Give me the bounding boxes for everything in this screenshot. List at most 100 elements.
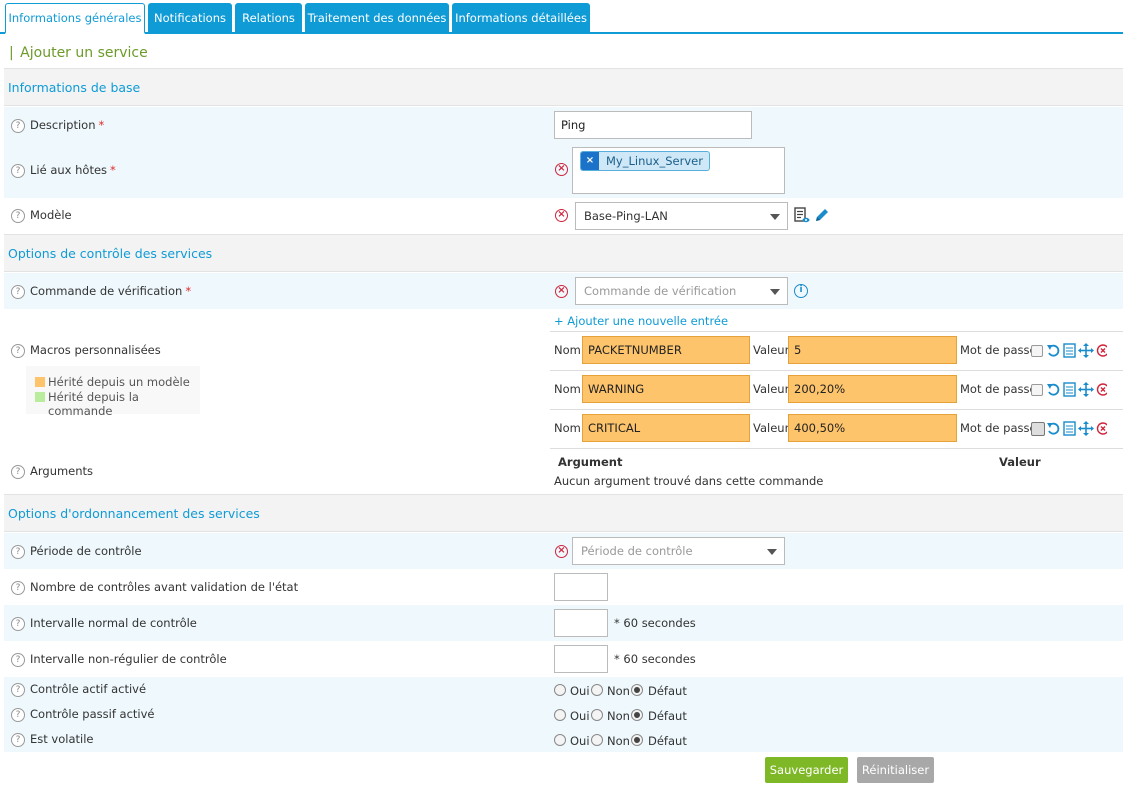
help-icon[interactable]: ? — [11, 682, 25, 697]
help-icon[interactable]: ? — [11, 652, 25, 667]
macro-password-label: Mot de passe — [960, 343, 1037, 357]
macro-actions — [1047, 343, 1108, 358]
macro-value-label: Valeur — [753, 382, 790, 396]
clear-hosts-icon[interactable]: × — [555, 163, 568, 176]
retry-interval-input[interactable] — [554, 645, 608, 673]
macro-value-label: Valeur — [753, 343, 790, 357]
tab-notifications[interactable]: Notifications — [148, 3, 232, 33]
passive-checks-label: ? Contrôle passif activé — [11, 707, 154, 722]
description-input[interactable]: Ping — [554, 111, 752, 139]
radio-yes-label: Oui — [570, 734, 590, 748]
info-icon[interactable]: i — [794, 284, 808, 298]
macro-name-label: Nom — [554, 421, 581, 435]
edit-pencil-icon[interactable] — [814, 207, 830, 223]
radio-default-label: Défaut — [648, 684, 687, 698]
retry-interval-unit: * 60 secondes — [614, 652, 696, 666]
delete-icon[interactable] — [1096, 422, 1108, 435]
macro-value-input[interactable]: 5 — [788, 336, 957, 364]
linked-hosts-label: ? Lié aux hôtes * — [11, 163, 116, 178]
arguments-label: ? Arguments — [11, 464, 93, 479]
help-icon[interactable]: ? — [11, 118, 25, 133]
macro-separator — [550, 331, 1123, 332]
undo-icon[interactable] — [1047, 422, 1060, 435]
tab-bar: Informations générales Notifications Rel… — [0, 0, 1123, 34]
active-checks-label: ? Contrôle actif activé — [11, 682, 146, 697]
volatile-default-radio[interactable] — [631, 734, 643, 746]
macro-password-checkbox[interactable] — [1031, 345, 1043, 357]
undo-icon[interactable] — [1047, 344, 1060, 357]
help-icon[interactable]: ? — [11, 284, 25, 299]
active-checks-default-radio[interactable] — [631, 684, 643, 696]
document-icon[interactable] — [1063, 421, 1076, 436]
volatile-yes-radio[interactable] — [554, 734, 566, 746]
macro-value-input[interactable]: 200,20% — [788, 375, 957, 403]
macro-password-checkbox[interactable] — [1031, 384, 1043, 396]
help-icon[interactable]: ? — [11, 732, 25, 747]
add-macro-link[interactable]: + Ajouter une nouvelle entrée — [554, 314, 728, 328]
macro-name-input[interactable]: CRITICAL — [582, 414, 750, 442]
macros-label: ? Macros personnalisées — [11, 343, 161, 358]
active-checks-yes-radio[interactable] — [554, 684, 566, 696]
view-template-icon[interactable] — [794, 207, 810, 224]
active-checks-no-radio[interactable] — [591, 684, 603, 696]
legend-swatch-command — [35, 392, 45, 402]
move-icon[interactable] — [1078, 382, 1094, 397]
arguments-empty-text: Aucun argument trouvé dans cette command… — [554, 474, 824, 488]
volatile-no-radio[interactable] — [591, 734, 603, 746]
clear-period-icon[interactable]: × — [555, 545, 568, 558]
macro-name-input[interactable]: PACKETNUMBER — [582, 336, 750, 364]
passive-checks-default-radio[interactable] — [631, 709, 643, 721]
macro-actions — [1047, 382, 1108, 397]
help-icon[interactable]: ? — [11, 343, 25, 358]
passive-checks-yes-radio[interactable] — [554, 709, 566, 721]
help-icon[interactable]: ? — [11, 544, 25, 559]
normal-interval-unit: * 60 secondes — [614, 616, 696, 630]
check-command-select[interactable]: Commande de vérification — [575, 277, 788, 305]
help-icon[interactable]: ? — [11, 464, 25, 479]
section-base-info: Informations de base — [4, 68, 1123, 106]
radio-no-label: Non — [607, 709, 630, 723]
passive-checks-no-radio[interactable] — [591, 709, 603, 721]
macro-separator — [550, 370, 1123, 371]
reset-button[interactable]: Réinitialiser — [857, 757, 934, 783]
radio-default-label: Défaut — [648, 734, 687, 748]
delete-icon[interactable] — [1096, 344, 1108, 357]
normal-interval-input[interactable] — [554, 609, 608, 637]
macro-separator — [550, 409, 1123, 410]
save-button[interactable]: Sauvegarder — [765, 757, 848, 783]
macro-password-checkbox[interactable] — [1031, 422, 1045, 436]
help-icon[interactable]: ? — [11, 707, 25, 722]
document-icon[interactable] — [1063, 382, 1076, 397]
move-icon[interactable] — [1078, 421, 1094, 436]
delete-icon[interactable] — [1096, 383, 1108, 396]
tab-relations[interactable]: Relations — [235, 3, 302, 33]
help-icon[interactable]: ? — [11, 616, 25, 631]
document-icon[interactable] — [1063, 343, 1076, 358]
tab-detailed-info[interactable]: Informations détaillées — [452, 3, 590, 33]
radio-default-label: Défaut — [648, 709, 687, 723]
host-chip: × My_Linux_Server — [580, 151, 710, 171]
radio-yes-label: Oui — [570, 709, 590, 723]
normal-interval-label: ? Intervalle normal de contrôle — [11, 616, 197, 631]
remove-chip-icon[interactable]: × — [581, 152, 599, 170]
macro-name-label: Nom — [554, 343, 581, 357]
max-attempts-input[interactable] — [554, 573, 608, 601]
tab-data-processing[interactable]: Traitement des données — [305, 3, 449, 33]
help-icon[interactable]: ? — [11, 208, 25, 223]
macro-name-input[interactable]: WARNING — [582, 375, 750, 403]
max-attempts-label: ? Nombre de contrôles avant validation de… — [11, 580, 298, 595]
help-icon[interactable]: ? — [11, 580, 25, 595]
check-period-select[interactable]: Période de contrôle — [572, 537, 785, 565]
clear-template-icon[interactable]: × — [555, 209, 568, 222]
legend-swatch-template — [35, 377, 45, 387]
move-icon[interactable] — [1078, 343, 1094, 358]
arguments-col-argument: Argument — [558, 455, 623, 469]
macro-actions — [1047, 421, 1108, 436]
template-select[interactable]: Base-Ping-LAN — [575, 202, 788, 230]
undo-icon[interactable] — [1047, 383, 1060, 396]
radio-no-label: Non — [607, 734, 630, 748]
macro-value-input[interactable]: 400,50% — [788, 414, 957, 442]
tab-general-info[interactable]: Informations générales — [5, 3, 145, 34]
help-icon[interactable]: ? — [11, 163, 25, 178]
clear-command-icon[interactable]: × — [555, 285, 568, 298]
